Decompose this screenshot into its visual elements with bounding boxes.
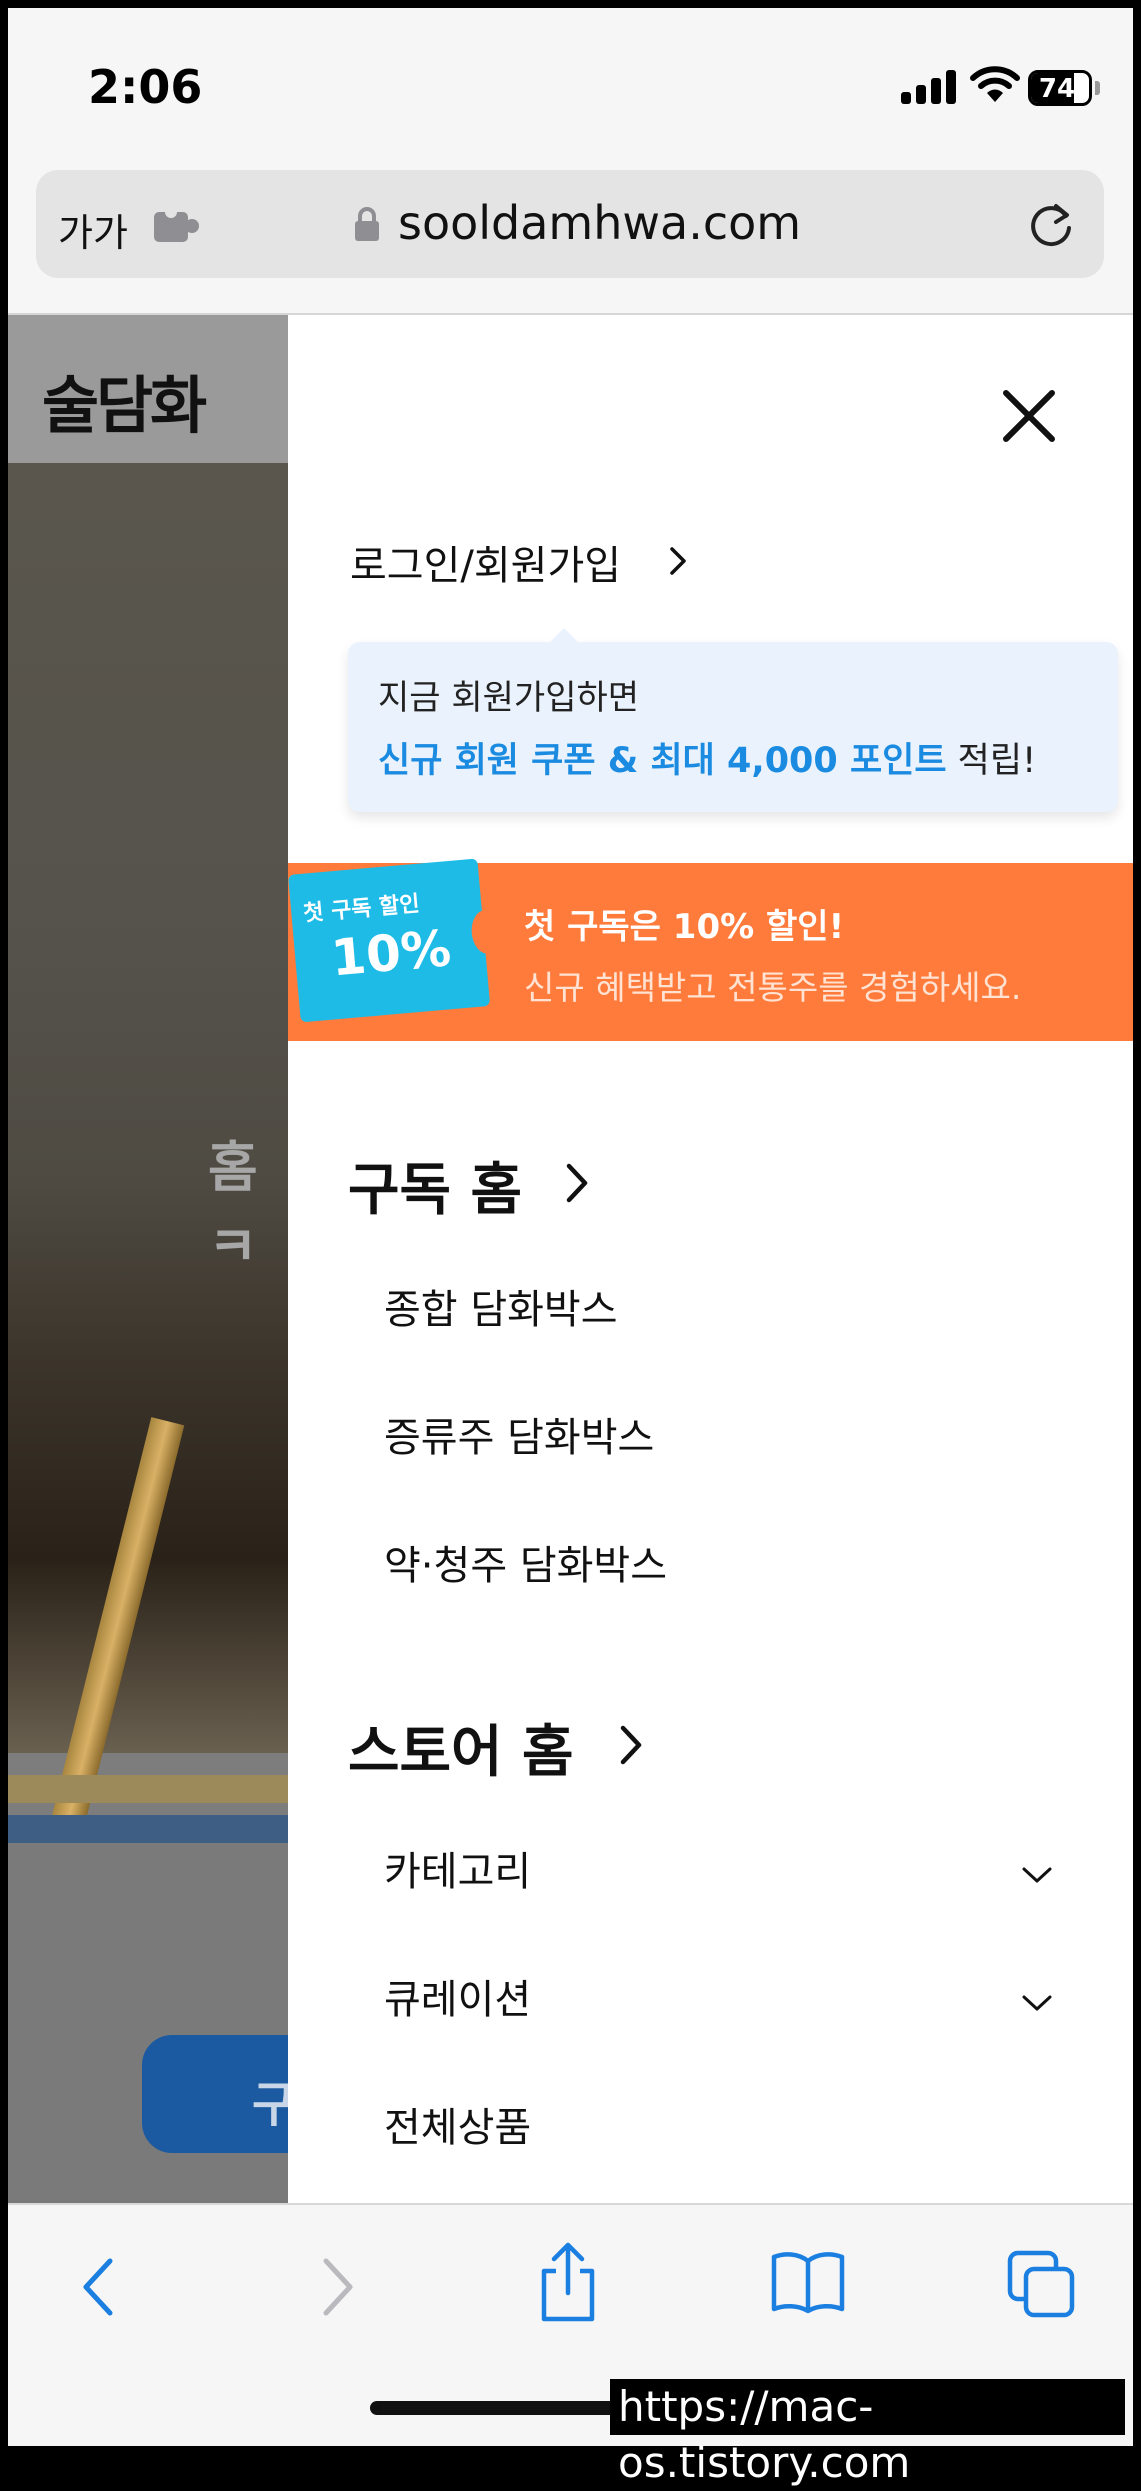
tooltip-arrow — [548, 628, 580, 644]
reload-icon[interactable] — [1026, 198, 1078, 250]
address-bar[interactable]: 가가 sooldamhwa.com — [36, 170, 1104, 278]
first-subscription-promo-banner[interactable]: 첫 구독 할인 10% 첫 구독은 10% 할인! 신규 혜택받고 전통주를 경… — [288, 858, 1133, 1041]
status-time: 2:06 — [88, 60, 203, 114]
battery-cap — [1095, 81, 1100, 95]
site-logo: 술담화 — [42, 369, 207, 442]
menu-item-general-box[interactable]: 종합 담화박스 — [384, 1277, 618, 1335]
chevron-down-icon[interactable] — [1020, 1993, 1054, 2013]
lock-icon — [355, 207, 379, 241]
tooltip-rest: 적립! — [946, 741, 1037, 781]
chevron-right-icon[interactable] — [564, 1161, 590, 1205]
background-stripe — [8, 1775, 288, 1803]
background-header: 술담화 — [8, 315, 288, 463]
ticket-label: 첫 구독 할인 — [302, 891, 421, 927]
tooltip-highlight: 신규 회원 쿠폰 & 최대 4,000 포인트 — [378, 741, 947, 781]
watermark: https://mac-os.tistory.com — [610, 2379, 1125, 2487]
extension-icon[interactable] — [154, 206, 200, 246]
menu-item-all-products[interactable]: 전체상품 — [384, 2095, 531, 2153]
background-stripe — [8, 1815, 288, 1843]
cellular-signal-icon — [901, 70, 957, 104]
share-icon[interactable] — [536, 2241, 600, 2323]
back-icon[interactable] — [78, 2255, 118, 2319]
tooltip-line1: 지금 회원가입하면 — [378, 678, 640, 718]
discount-ticket-icon: 첫 구독 할인 10% — [288, 858, 504, 1023]
background-button-label: 구 — [252, 2077, 288, 2133]
bookmarks-icon[interactable] — [770, 2249, 846, 2315]
menu-item-yakju-box[interactable]: 약·청주 담화박스 — [384, 1533, 667, 1591]
store-home-link[interactable]: 스토어 홈 — [348, 1707, 574, 1788]
side-menu-drawer: 로그인/회원가입 지금 회원가입하면 신규 회원 쿠폰 & 최대 4,000 포… — [288, 315, 1133, 2203]
ticket-value: 10% — [328, 919, 454, 988]
chevron-right-icon[interactable] — [618, 1723, 644, 1767]
tooltip-line2: 신규 회원 쿠폰 & 최대 4,000 포인트 적립! — [378, 732, 1036, 783]
hero-text: 홈ㅋ — [208, 1136, 258, 1278]
login-signup-link[interactable]: 로그인/회원가입 — [350, 533, 621, 591]
signup-tooltip: 지금 회원가입하면 신규 회원 쿠폰 & 최대 4,000 포인트 적립! — [348, 628, 1118, 812]
text-size-button[interactable]: 가가 — [58, 202, 128, 257]
ticket-notch — [469, 908, 504, 956]
tabs-icon[interactable] — [1006, 2249, 1076, 2319]
url-text[interactable]: sooldamhwa.com — [398, 196, 801, 250]
chevron-down-icon[interactable] — [1020, 1865, 1054, 1885]
status-bar: 2:06 74 — [8, 8, 1133, 168]
background-page[interactable]: 술담화 홈ㅋ 구 — [8, 315, 288, 2203]
close-icon[interactable] — [1000, 387, 1058, 445]
promo-subtitle: 신규 혜택받고 전통주를 경험하세요. — [524, 968, 1022, 1007]
forward-icon[interactable] — [318, 2255, 358, 2319]
battery-percent: 74 — [1038, 74, 1076, 104]
phone-screen: 2:06 74 가가 sooldamhwa.com 술담화 홈ㅋ 구 로그인/회… — [8, 8, 1133, 2446]
wifi-icon — [970, 66, 1020, 102]
subscription-home-link[interactable]: 구독 홈 — [348, 1145, 522, 1226]
promo-title: 첫 구독은 10% 할인! — [524, 907, 845, 947]
menu-item-curation[interactable]: 큐레이션 — [384, 1967, 531, 2025]
menu-item-spirits-box[interactable]: 증류주 담화박스 — [384, 1405, 654, 1463]
menu-item-category[interactable]: 카테고리 — [384, 1839, 531, 1897]
chevron-right-icon[interactable] — [668, 545, 688, 577]
battery-icon: 74 — [1028, 70, 1092, 106]
